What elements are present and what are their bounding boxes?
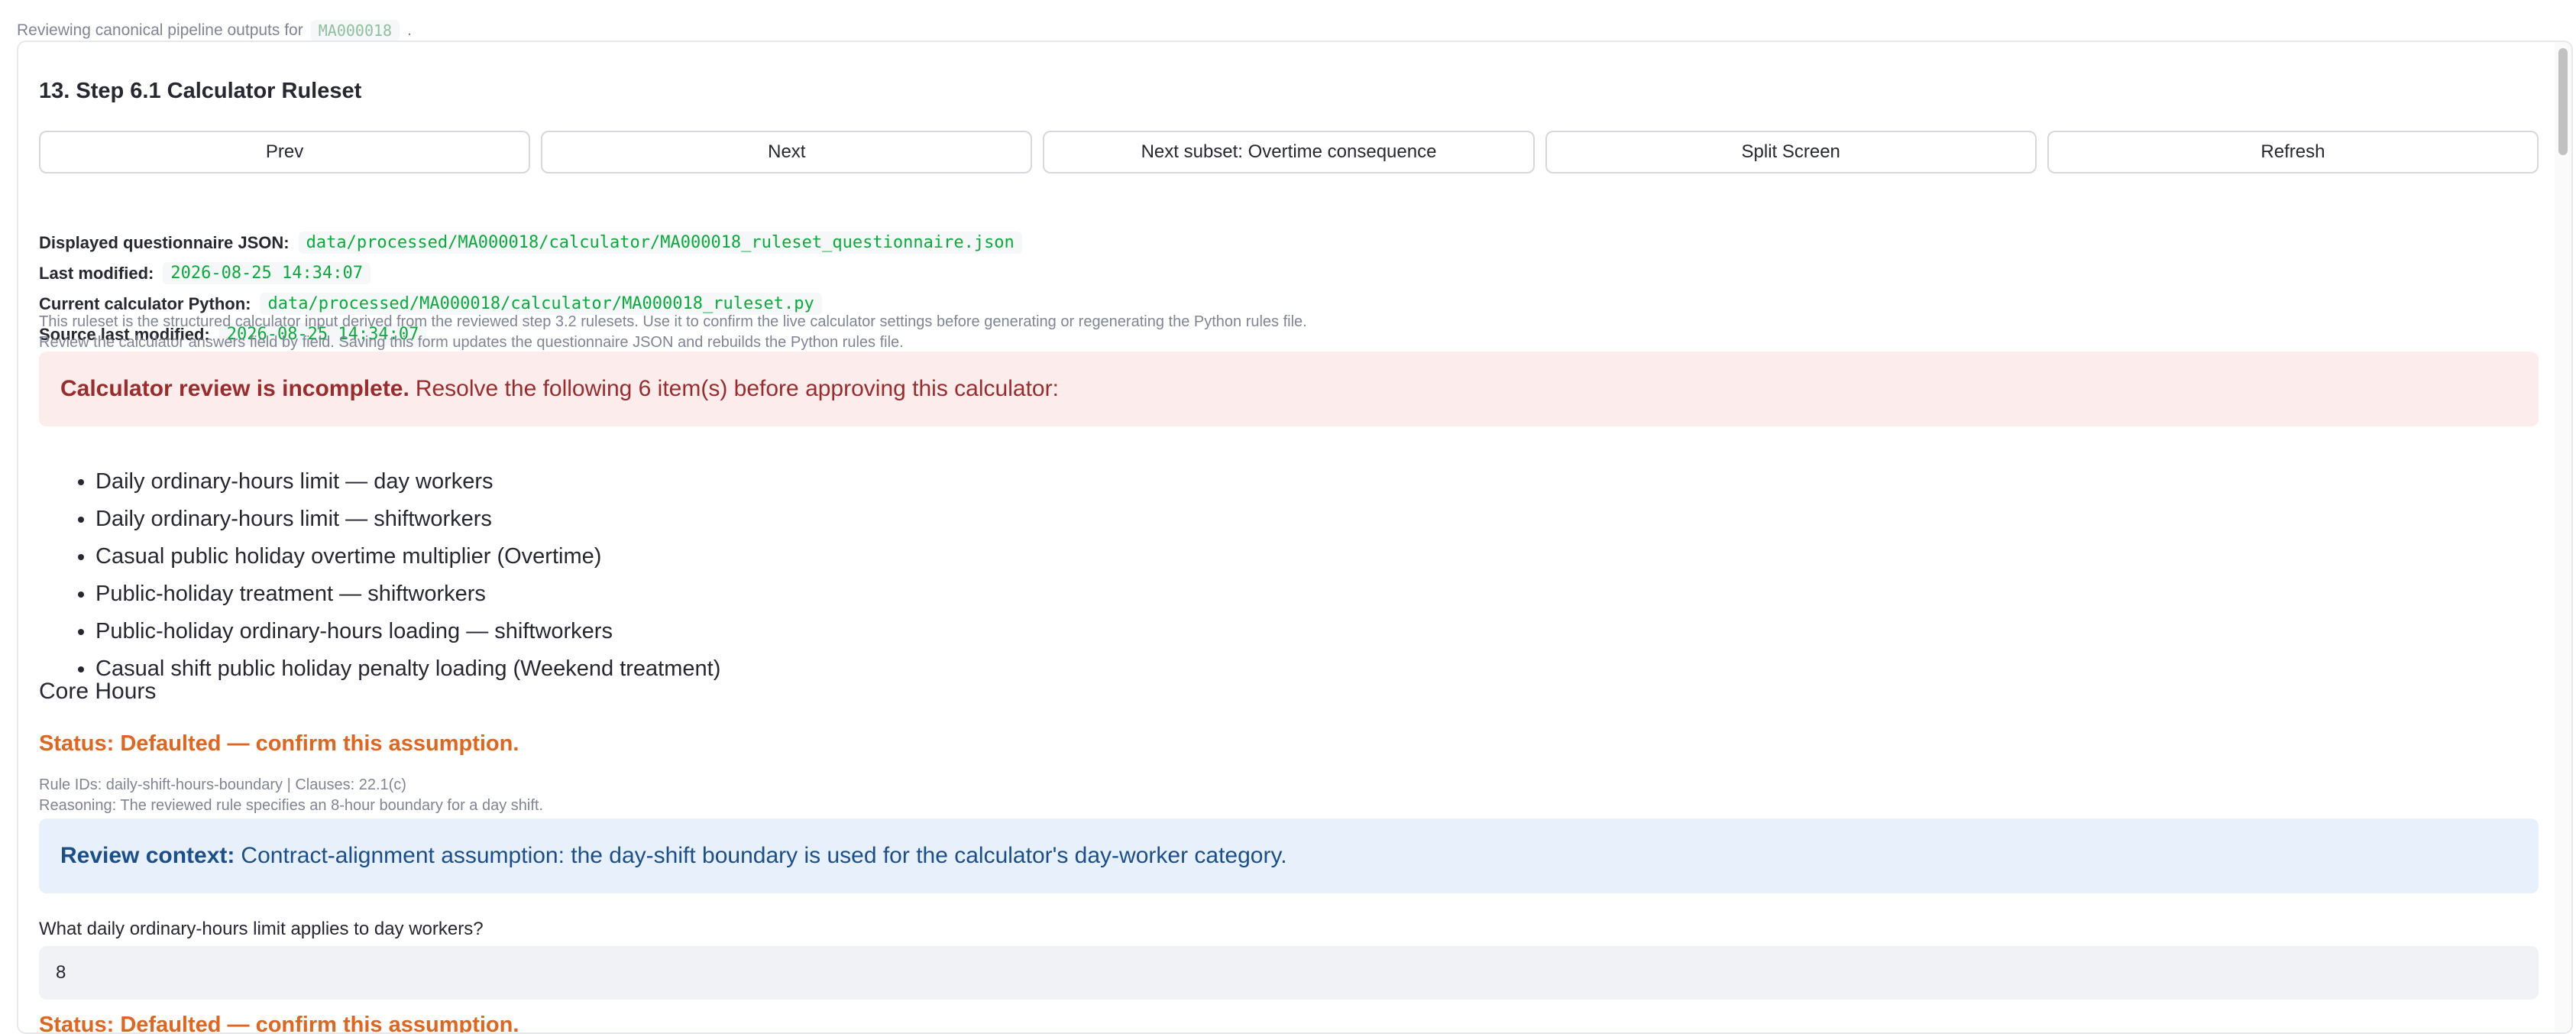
help-text-2: Review the calculator answers field by f… bbox=[39, 334, 904, 351]
list-item: Public-holiday ordinary-hours loading — … bbox=[95, 613, 720, 650]
rule-ids: Rule IDs: daily-shift-hours-boundary | C… bbox=[39, 776, 406, 793]
split-screen-button[interactable]: Split Screen bbox=[1545, 131, 2037, 173]
last-modified-row: Last modified: 2026-08-25 14:34:07 bbox=[39, 262, 371, 284]
scrollbar[interactable] bbox=[2555, 42, 2571, 1032]
prev-button[interactable]: Prev bbox=[39, 131, 531, 173]
refresh-button[interactable]: Refresh bbox=[2047, 131, 2539, 173]
issue-list: Daily ordinary-hours limit — day workers… bbox=[39, 463, 720, 688]
award-code: MA000018 bbox=[310, 20, 400, 41]
section-title: 13. Step 6.1 Calculator Ruleset bbox=[39, 79, 362, 103]
error-alert-title: Calculator review is incomplete. bbox=[60, 376, 409, 401]
caption-suffix: . bbox=[407, 21, 412, 39]
list-item: Casual public holiday overtime multiplie… bbox=[95, 538, 720, 575]
navigation-toolbar: Prev Next Next subset: Overtime conseque… bbox=[39, 131, 2539, 173]
info-alert: Review context: Contract-alignment assum… bbox=[39, 818, 2539, 893]
displayed-json-row: Displayed questionnaire JSON: data/proce… bbox=[39, 232, 1022, 254]
status-badge: Status: Defaulted — confirm this assumpt… bbox=[39, 1013, 519, 1034]
caption-text: Reviewing canonical pipeline outputs for bbox=[17, 21, 303, 39]
review-panel: 13. Step 6.1 Calculator Ruleset Prev Nex… bbox=[17, 41, 2573, 1034]
scrollbar-thumb[interactable] bbox=[2558, 48, 2568, 155]
last-modified-label: Last modified: bbox=[39, 263, 154, 283]
help-text-1: This ruleset is the structured calculato… bbox=[39, 313, 1307, 330]
info-alert-title: Review context: bbox=[60, 843, 235, 868]
question-label: What daily ordinary-hours limit applies … bbox=[39, 919, 484, 939]
list-item: Public-holiday treatment — shiftworkers bbox=[95, 575, 720, 613]
error-alert-text: Resolve the following 6 item(s) before a… bbox=[415, 376, 1059, 401]
next-button[interactable]: Next bbox=[541, 131, 1033, 173]
info-alert-text: Contract-alignment assumption: the day-s… bbox=[241, 843, 1287, 868]
error-alert: Calculator review is incomplete. Resolve… bbox=[39, 352, 2539, 426]
status-badge: Status: Defaulted — confirm this assumpt… bbox=[39, 731, 519, 756]
displayed-json-label: Displayed questionnaire JSON: bbox=[39, 232, 290, 252]
next-subset-button[interactable]: Next subset: Overtime consequence bbox=[1043, 131, 1535, 173]
page-caption: Reviewing canonical pipeline outputs for… bbox=[17, 20, 412, 41]
list-item: Daily ordinary-hours limit — shiftworker… bbox=[95, 501, 720, 538]
day-workers-hours-input[interactable] bbox=[39, 946, 2539, 1000]
displayed-json-path: data/processed/MA000018/calculator/MA000… bbox=[298, 232, 1022, 254]
list-item: Daily ordinary-hours limit — day workers bbox=[95, 463, 720, 501]
core-hours-heading: Core Hours bbox=[39, 679, 157, 704]
reasoning: Reasoning: The reviewed rule specifies a… bbox=[39, 797, 544, 814]
last-modified-value: 2026-08-25 14:34:07 bbox=[163, 262, 371, 284]
list-item: Casual shift public holiday penalty load… bbox=[95, 650, 720, 688]
